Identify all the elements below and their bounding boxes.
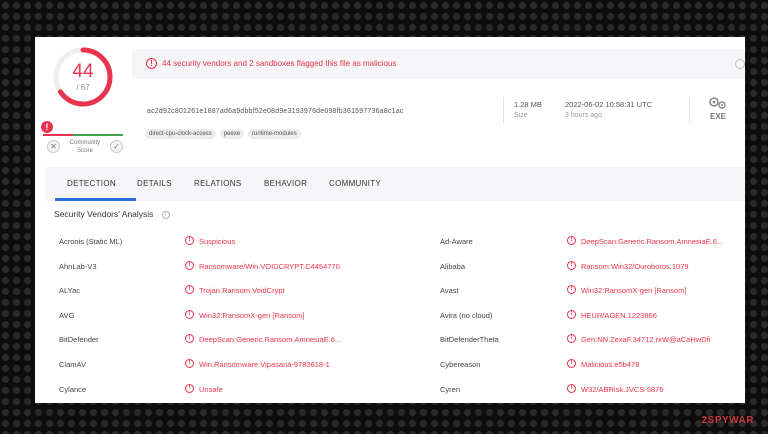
vendor-name: AVG	[59, 310, 75, 320]
file-tag[interactable]: peexe	[219, 129, 245, 139]
vendor-result: Win32:RansomX-gen [Ransom]	[199, 310, 305, 320]
vendor-result: Malicious.e5b478	[581, 360, 640, 369]
file-size: 1.28 MB	[514, 100, 542, 109]
malicious-icon: !	[567, 383, 576, 393]
malicious-icon: !	[567, 285, 576, 295]
vendor-name: Ad-Aware	[440, 237, 473, 246]
vendor-result: Unsafe	[199, 384, 223, 394]
vendor-result: Win32:RansomX-gen [Ransom]	[581, 286, 687, 296]
vote-malicious-button[interactable]: ✕	[47, 140, 60, 153]
community-score-label: Community Score	[69, 140, 101, 154]
vendor-result: Gen:NN.ZexaF.34712.rxW@aCaHwDfi	[581, 335, 711, 345]
warning-icon: !	[146, 58, 157, 69]
malicious-icon: !	[185, 334, 194, 344]
report-tabs: DETECTION DETAILS RELATIONS BEHAVIOR COM…	[45, 167, 745, 201]
vendor-name: ALYac	[59, 286, 80, 296]
file-tag[interactable]: runtime-modules	[248, 129, 301, 139]
gear-icon	[707, 95, 729, 111]
detection-count: 44	[72, 61, 94, 82]
active-tab-indicator	[55, 198, 136, 201]
malicious-banner: ! 44 security vendors and 2 sandboxes fl…	[132, 49, 745, 79]
vendor-result: Win.Ransomware.Vipasana-9783618-1	[199, 360, 330, 369]
vendor-result: DeepScan:Generic.Ransom.AmnesiaE.6...	[581, 237, 724, 246]
vendor-result: Trojan.Ransom.VoidCrypt	[199, 286, 285, 296]
tab-relations[interactable]: RELATIONS	[194, 179, 241, 188]
analysis-date: 2022-06-02 10:58:31 UTC	[565, 100, 653, 109]
vendor-result: Ransom:Win32/Ouroboros.1079	[581, 261, 689, 271]
divider	[503, 97, 504, 123]
malicious-icon: !	[185, 309, 194, 319]
vendor-result: Ransomware/Win.VOIDCRYPT.C4454770	[199, 261, 340, 271]
tab-detection[interactable]: DETECTION	[67, 179, 116, 188]
detection-total: / 67	[76, 83, 90, 92]
vendor-name: Alibaba	[440, 261, 466, 271]
alert-icon: !	[41, 121, 53, 133]
malicious-icon: !	[185, 383, 194, 393]
info-icon[interactable]: i	[161, 210, 170, 219]
reanalyze-icon[interactable]	[735, 59, 745, 69]
file-type-label: EXE	[709, 112, 726, 121]
malicious-icon: !	[567, 359, 576, 368]
malicious-icon: !	[567, 236, 576, 245]
vendor-name: Avast	[440, 286, 459, 296]
vendor-name: Acronis (Static ML)	[59, 237, 123, 246]
malicious-icon: !	[567, 309, 576, 319]
section-title: Security Vendors' Analysis i	[54, 209, 170, 219]
vendor-name: BitDefender	[59, 335, 99, 345]
virustotal-report: 44 / 67 ! ✕ Community Score ✓ ! 44 secur…	[35, 37, 745, 403]
malicious-icon: !	[185, 285, 194, 295]
file-tags: direct-cpu-clock-access peexe runtime-mo…	[145, 129, 301, 139]
table-row: AhnLab-V3! Ransomware/Win.VOIDCRYPT.C4454…	[54, 260, 745, 286]
vote-harmless-button[interactable]: ✓	[110, 140, 123, 153]
analysis-date-relative: 3 hours ago	[565, 112, 602, 119]
vendor-name: AhnLab-V3	[59, 261, 97, 271]
vendor-name: ClamAV	[59, 360, 86, 369]
table-row: Cylance! Unsafe Cyren! W32/ABRisk.JVCS-5876	[54, 383, 745, 403]
malicious-icon: !	[185, 359, 194, 368]
table-row: Acronis (Static ML)! Suspicious Ad-Aware! D…	[54, 236, 745, 261]
watermark: 2SPYWAR	[701, 415, 754, 426]
table-row: ALYac! Trojan.Ransom.VoidCrypt Avast! Win32…	[54, 285, 745, 310]
vendor-name: BitDefenderTheta	[440, 335, 499, 345]
vendor-name: Avira (no cloud)	[440, 310, 493, 320]
vendor-result: W32/ABRisk.JVCS-5876	[581, 384, 664, 394]
table-row: AVG! Win32:RansomX-gen [Ransom] Avira (no …	[54, 309, 745, 335]
table-row: BitDefender! DeepScan:Generic.Ransom.Amne…	[54, 334, 745, 359]
vendor-result: HEUR/AGEN.1223866	[581, 310, 657, 320]
vendor-name: Cybereason	[440, 360, 481, 369]
tab-details[interactable]: DETAILS	[137, 179, 172, 188]
file-hash: ac2d92c801261e1887ad6a9dbbf52e08d9e31939…	[147, 108, 404, 115]
vendor-result: Suspicious	[199, 237, 236, 246]
community-score-bar-negative	[43, 134, 73, 136]
malicious-icon: !	[185, 260, 194, 270]
malicious-icon: !	[185, 236, 194, 245]
section-title-text: Security Vendors' Analysis	[54, 209, 154, 219]
file-tag[interactable]: direct-cpu-clock-access	[145, 129, 216, 139]
banner-text: 44 security vendors and 2 sandboxes flag…	[162, 59, 397, 68]
malicious-icon: !	[567, 334, 576, 344]
vendor-result: DeepScan:Generic.Ransom.AmnesiaE.6...	[199, 335, 342, 345]
tab-community[interactable]: COMMUNITY	[329, 179, 381, 188]
tab-behavior[interactable]: BEHAVIOR	[264, 179, 307, 188]
detection-score-panel: 44 / 67 ! ✕ Community Score ✓	[35, 37, 130, 165]
vendor-name: Cyren	[440, 384, 461, 394]
malicious-icon: !	[567, 260, 576, 270]
file-size-label: Size	[514, 112, 528, 119]
divider	[689, 97, 690, 123]
vendor-name: Cylance	[59, 384, 87, 394]
table-row: ClamAV! Win.Ransomware.Vipasana-9783618-1…	[54, 359, 745, 384]
